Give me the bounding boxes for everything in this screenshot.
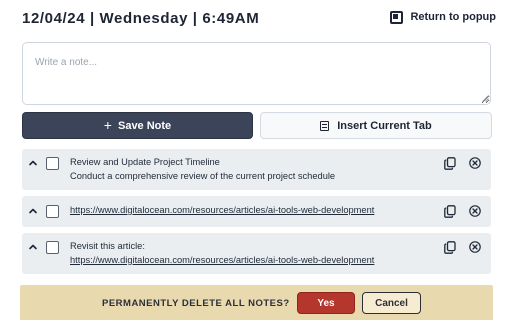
window-icon xyxy=(390,10,404,24)
return-to-popup-button[interactable]: Return to popup xyxy=(390,8,496,26)
chevron-up-icon[interactable] xyxy=(28,158,38,168)
chevron-up-icon[interactable] xyxy=(28,206,38,216)
return-to-popup-label: Return to popup xyxy=(410,11,496,23)
confirm-cancel-button[interactable]: Cancel xyxy=(362,292,421,314)
note-item: Revisit this article: https://www.digita… xyxy=(22,233,491,274)
save-note-label: Save Note xyxy=(117,119,172,132)
note-checkbox[interactable] xyxy=(46,157,59,170)
insert-current-tab-label: Insert Current Tab xyxy=(337,119,432,132)
datetime-display: 12/04/24 | Wednesday | 6:49AM xyxy=(22,10,260,27)
action-row: + Save Note Insert Current Tab xyxy=(22,112,492,139)
note-input[interactable] xyxy=(22,42,491,105)
confirm-yes-button[interactable]: Yes xyxy=(297,292,355,314)
note-link[interactable]: https://www.digitalocean.com/resources/a… xyxy=(70,254,374,268)
note-checkbox[interactable] xyxy=(46,241,59,254)
copy-icon[interactable] xyxy=(444,205,456,218)
close-circle-icon[interactable] xyxy=(469,205,481,217)
save-note-button[interactable]: + Save Note xyxy=(22,112,253,139)
note-checkbox[interactable] xyxy=(46,205,59,218)
note-link[interactable]: https://www.digitalocean.com/resources/a… xyxy=(70,205,374,215)
list-icon xyxy=(320,120,330,131)
chevron-up-icon[interactable] xyxy=(28,242,38,252)
plus-icon: + xyxy=(103,117,112,133)
delete-all-prompt: PERMANENTLY DELETE ALL NOTES? xyxy=(102,298,290,309)
note-title: Review and Update Project Timeline xyxy=(70,157,220,167)
close-circle-icon[interactable] xyxy=(469,157,481,169)
note-title: Revisit this article: xyxy=(70,241,145,251)
insert-current-tab-button[interactable]: Insert Current Tab xyxy=(260,112,492,139)
note-content: https://www.digitalocean.com/resources/a… xyxy=(70,204,374,218)
note-item: Review and Update Project Timeline Condu… xyxy=(22,149,491,190)
copy-icon[interactable] xyxy=(444,241,456,254)
close-circle-icon[interactable] xyxy=(469,241,481,253)
header: 12/04/24 | Wednesday | 6:49AM Return to … xyxy=(22,8,496,30)
delete-all-confirm-bar: PERMANENTLY DELETE ALL NOTES? Yes Cancel xyxy=(20,285,493,320)
note-body: Conduct a comprehensive review of the cu… xyxy=(70,170,336,181)
copy-icon[interactable] xyxy=(444,157,456,170)
note-content: Revisit this article: https://www.digita… xyxy=(70,240,374,267)
note-item: https://www.digitalocean.com/resources/a… xyxy=(22,196,491,227)
note-content: Review and Update Project Timeline Condu… xyxy=(70,156,335,183)
